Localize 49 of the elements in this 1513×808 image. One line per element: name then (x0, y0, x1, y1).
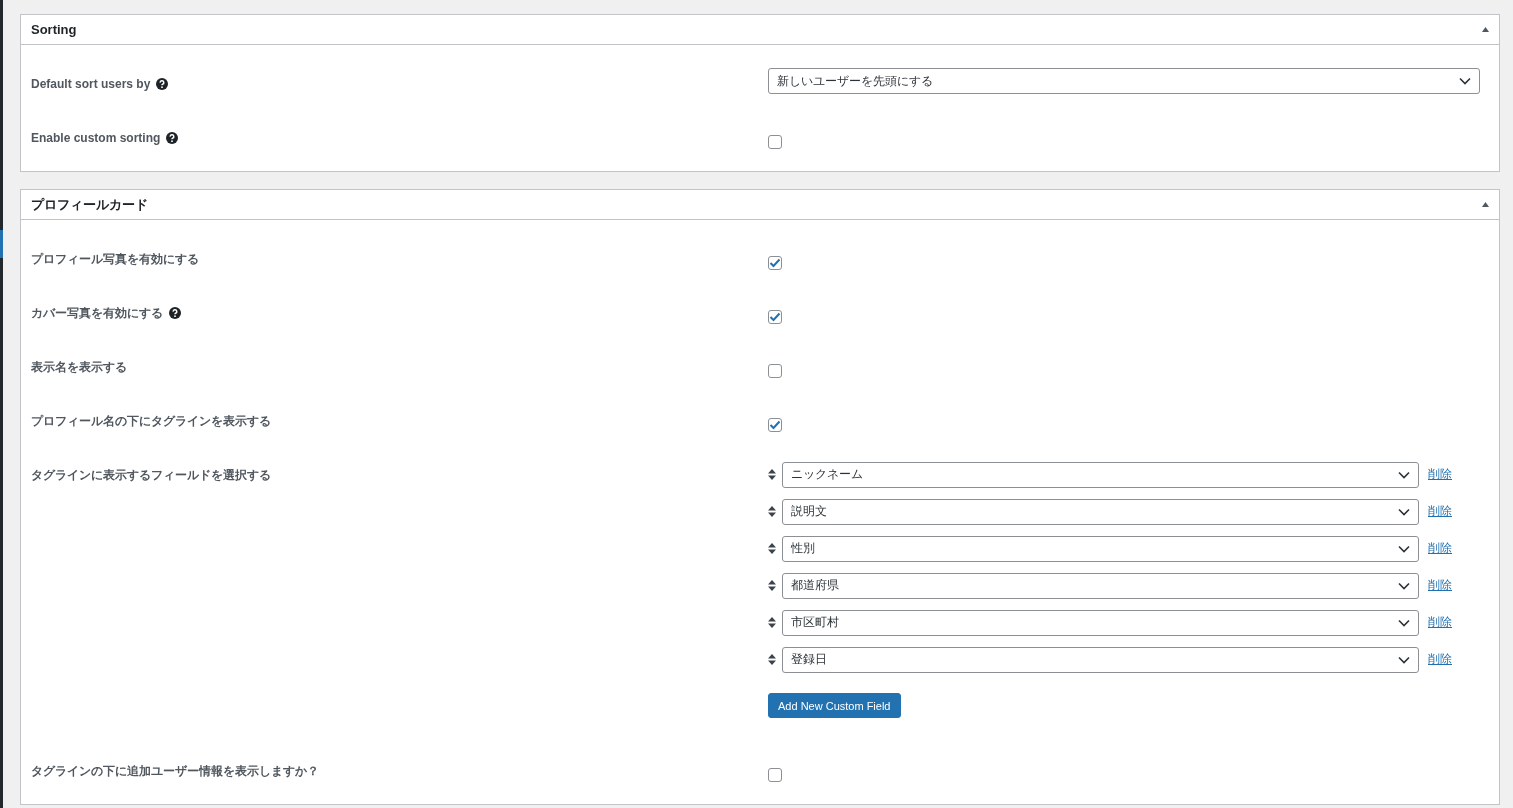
setting-label: タグラインに表示するフィールドを選択する (31, 468, 271, 483)
panel-title: プロフィールカード (31, 195, 148, 214)
sort-handle-icon[interactable] (768, 468, 776, 480)
setting-label: 表示名を表示する (31, 360, 127, 375)
sort-handle-icon[interactable] (768, 616, 776, 628)
checkbox[interactable] (768, 768, 782, 782)
chevron-down-icon (1398, 507, 1410, 516)
remove-link[interactable]: 削除 (1428, 650, 1452, 668)
setting-label: Default sort users by (31, 77, 151, 92)
sort-handle-icon[interactable] (768, 542, 776, 554)
checkbox[interactable] (768, 256, 782, 270)
field-select[interactable]: 都道府県 (782, 572, 1419, 599)
chevron-down-icon (1398, 544, 1410, 553)
setting-label: プロフィール写真を有効にする (31, 252, 199, 267)
field-select[interactable]: 性別 (782, 535, 1419, 562)
setting-label: プロフィール名の下にタグラインを表示する (31, 414, 271, 429)
help-icon[interactable] (166, 132, 179, 144)
sort-handle-icon[interactable] (768, 505, 776, 517)
panel-title: Sorting (31, 22, 77, 37)
sort-handle-icon[interactable] (768, 579, 776, 591)
setting-label: カバー写真を有効にする (31, 306, 163, 321)
checkbox[interactable] (768, 310, 782, 324)
setting-label: Enable custom sorting (31, 131, 161, 146)
remove-link[interactable]: 削除 (1428, 502, 1452, 520)
help-icon[interactable] (169, 307, 181, 319)
collapse-icon[interactable] (1482, 27, 1489, 32)
chevron-down-icon (1398, 581, 1410, 590)
field-select[interactable]: 説明文 (782, 498, 1419, 525)
sidebar-active-marker (0, 230, 3, 258)
add-field-button[interactable]: Add New Custom Field (768, 693, 901, 718)
remove-link[interactable]: 削除 (1428, 576, 1452, 594)
sort-select[interactable]: 新しいユーザーを先頭にする (768, 68, 1480, 94)
collapse-icon[interactable] (1482, 202, 1489, 207)
remove-link[interactable]: 削除 (1428, 613, 1452, 631)
checkbox[interactable] (768, 135, 782, 149)
chevron-down-icon (1398, 655, 1410, 664)
chevron-down-icon (1398, 618, 1410, 627)
remove-link[interactable]: 削除 (1428, 465, 1452, 483)
remove-link[interactable]: 削除 (1428, 539, 1452, 557)
checkbox[interactable] (768, 364, 782, 378)
chevron-down-icon (1398, 470, 1410, 479)
chevron-down-icon (1459, 77, 1471, 85)
checkbox[interactable] (768, 418, 782, 432)
help-icon[interactable] (156, 78, 169, 90)
field-select[interactable]: 市区町村 (782, 609, 1419, 636)
field-select[interactable]: ニックネーム (782, 461, 1419, 488)
field-select[interactable]: 登録日 (782, 646, 1419, 673)
setting-label: タグラインの下に追加ユーザー情報を表示しますか？ (31, 764, 319, 779)
sort-handle-icon[interactable] (768, 653, 776, 665)
